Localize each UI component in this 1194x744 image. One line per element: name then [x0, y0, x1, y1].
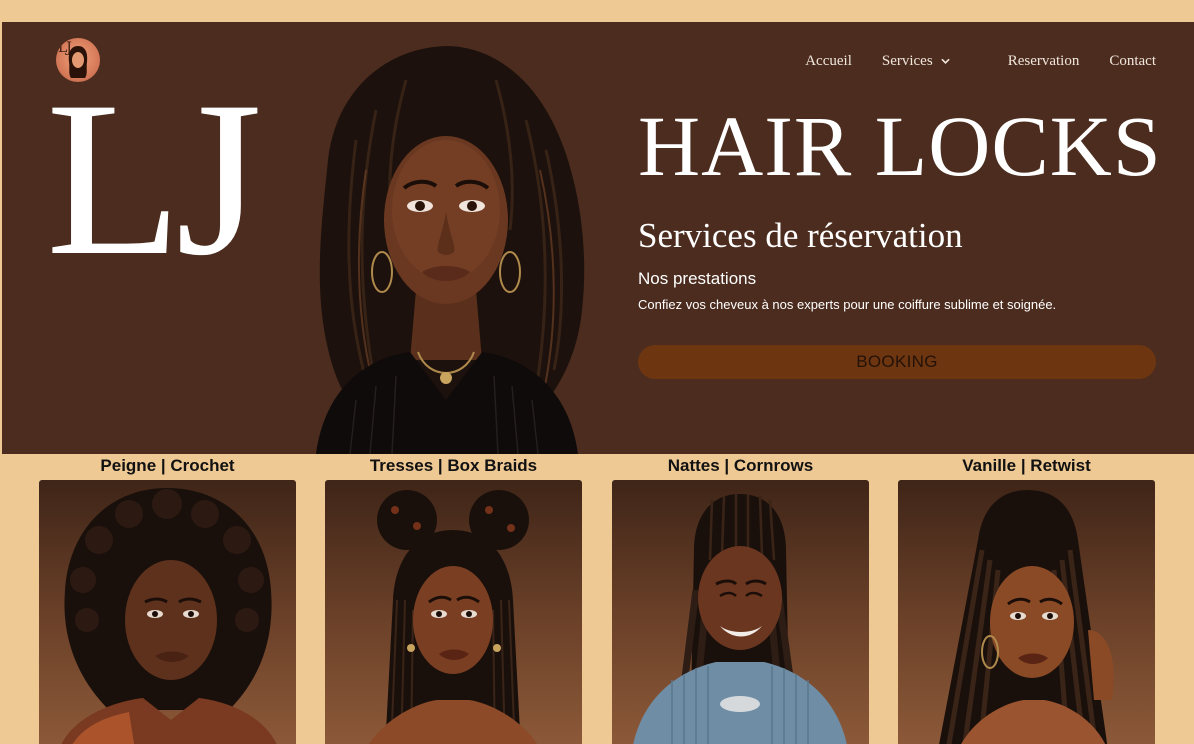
- nav-item-services[interactable]: Services: [882, 53, 950, 70]
- service-card-peigne-crochet: Peigne | Crochet: [39, 454, 296, 744]
- brand-monogram: LJ: [46, 56, 262, 302]
- service-image-nattes-cornrows[interactable]: [612, 480, 869, 744]
- hero-title: HAIR LOCKS: [638, 98, 1162, 194]
- main-nav: Accueil Services Reservation Contact: [805, 50, 1156, 72]
- service-image-peigne-crochet[interactable]: [39, 480, 296, 744]
- service-card-nattes-cornrows: Nattes | Cornrows: [612, 454, 869, 744]
- nav-item-services-label: Services: [881, 52, 933, 69]
- prestations-text: Confiez vos cheveux à nos experts pour u…: [638, 297, 1057, 312]
- booking-button[interactable]: BOOKING: [638, 345, 1156, 379]
- hero-section: LJ LJ Accueil Services Reservation Conta…: [2, 22, 1194, 454]
- hero-subtitle: Services de réservation: [638, 216, 963, 255]
- service-image-vanille-retwist[interactable]: [898, 480, 1155, 744]
- service-label: Peigne | Crochet: [100, 456, 235, 475]
- hero-portrait-image: [296, 40, 592, 454]
- service-label: Vanille | Retwist: [962, 456, 1091, 475]
- nav-item-contact[interactable]: Contact: [1109, 53, 1156, 70]
- chevron-down-icon: [941, 58, 950, 64]
- prestations-title: Nos prestations: [638, 269, 757, 288]
- service-label: Nattes | Cornrows: [667, 456, 814, 475]
- services-section: Peigne | Crochet Tresses | Box Braids Na…: [0, 454, 1194, 744]
- service-card-tresses-box-braids: Tresses | Box Braids: [325, 454, 582, 744]
- service-image-tresses-box-braids[interactable]: [325, 480, 582, 744]
- nav-item-reservation[interactable]: Reservation: [1008, 53, 1080, 70]
- service-card-vanille-retwist: Vanille | Retwist: [898, 454, 1155, 744]
- nav-item-accueil[interactable]: Accueil: [805, 53, 852, 70]
- page: LJ LJ Accueil Services Reservation Conta…: [0, 0, 1194, 744]
- service-label: Tresses | Box Braids: [369, 456, 538, 475]
- logo-text: LJ: [58, 40, 72, 56]
